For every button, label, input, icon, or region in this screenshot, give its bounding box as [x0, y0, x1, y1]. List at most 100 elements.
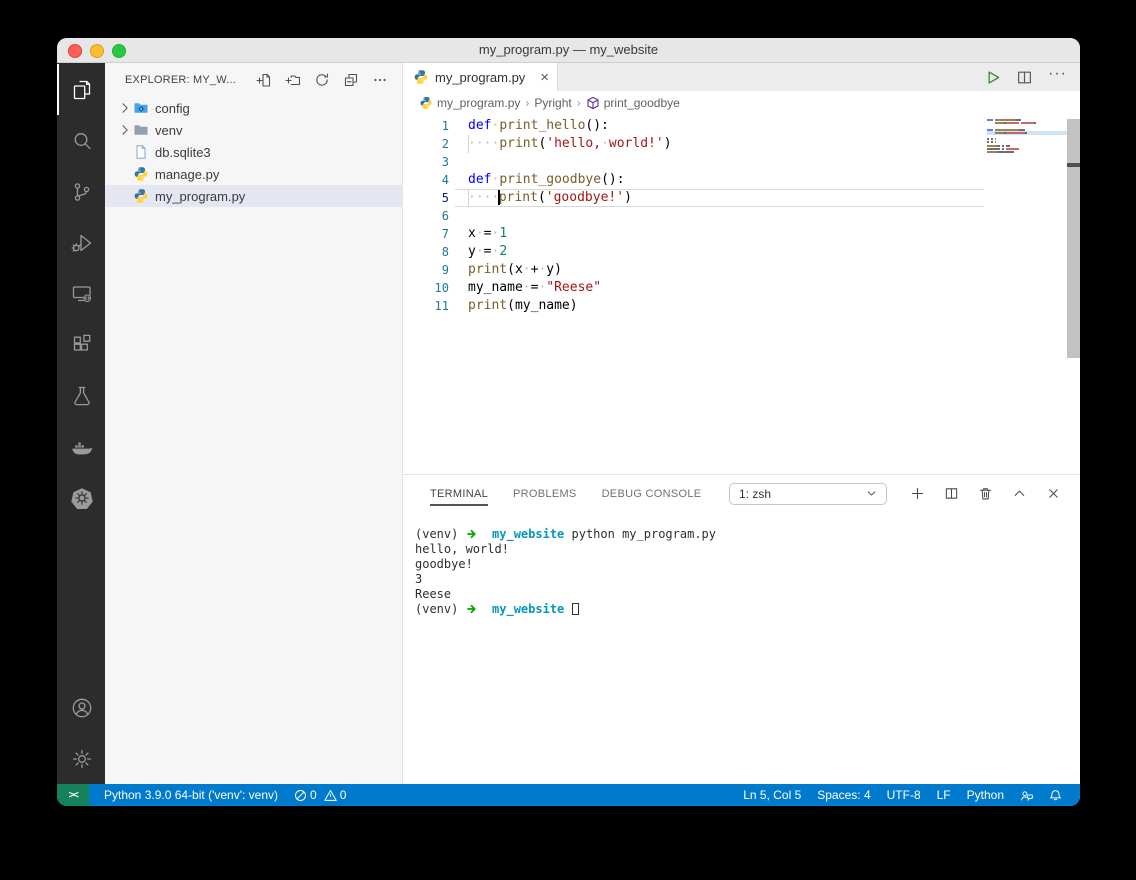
file-icon — [133, 144, 149, 160]
activity-item-settings[interactable] — [57, 733, 105, 784]
tab-close-icon[interactable]: × — [540, 70, 549, 85]
python-file-icon — [413, 69, 429, 85]
status-utf-8[interactable]: UTF-8 — [879, 788, 929, 802]
activity-item-docker[interactable] — [57, 421, 105, 472]
split-terminal-button[interactable] — [944, 486, 959, 501]
code-line-2[interactable]: 2····print('hello,·world!') — [403, 135, 984, 153]
shell-dropdown-value: 1: zsh — [739, 487, 771, 501]
code-token: ···· — [468, 136, 499, 151]
problems-status[interactable]: 00 — [286, 788, 358, 802]
code-line-3[interactable]: 3 — [403, 153, 984, 171]
terminal-output[interactable]: (venv) my_website python my_program.pyhe… — [403, 512, 1080, 784]
code-line-9[interactable]: 9print(x·+·y) — [403, 261, 984, 279]
tree-item-db.sqlite3[interactable]: db.sqlite3 — [105, 141, 402, 163]
extensions-icon — [70, 333, 94, 357]
new-folder-button[interactable] — [285, 72, 301, 88]
activity-item-testing[interactable] — [57, 370, 105, 421]
minimap-line — [987, 151, 1065, 153]
code-line-1[interactable]: 1def·print_hello(): — [403, 117, 984, 135]
code-line-10[interactable]: 10my_name·=·"Reese" — [403, 279, 984, 297]
tab-my-program[interactable]: my_program.py × — [403, 63, 558, 91]
status-bell[interactable] — [1041, 789, 1070, 802]
code-editor[interactable]: 1def·print_hello():2····print('hello,·wo… — [403, 114, 1080, 474]
activity-item-source-control[interactable] — [57, 166, 105, 217]
split-editor-button[interactable] — [1016, 69, 1033, 86]
tree-item-my_program.py[interactable]: my_program.py — [105, 185, 402, 207]
panel-tab-debug-console[interactable]: DEBUG CONSOLE — [602, 484, 702, 504]
status-spaces-4[interactable]: Spaces: 4 — [809, 788, 878, 802]
folder-icon — [133, 122, 149, 138]
panel-tabs: TERMINAL PROBLEMS DEBUG CONSOLE — [430, 484, 701, 504]
activity-item-remote-explorer[interactable] — [57, 268, 105, 319]
explorer-actions — [256, 72, 388, 88]
account-icon — [70, 696, 94, 720]
activity-item-account[interactable] — [57, 682, 105, 733]
minimap-token — [995, 138, 997, 140]
tab-label: my_program.py — [435, 70, 525, 85]
code-token: print_hello — [499, 118, 585, 133]
code-line-text: print(x·+·y) — [455, 261, 984, 279]
code-line-11[interactable]: 11print(my_name) — [403, 297, 984, 315]
status-lf[interactable]: LF — [929, 788, 959, 802]
explorer-header: EXPLORER: MY_W... — [105, 63, 402, 97]
breadcrumb-separator: › — [577, 96, 581, 110]
editor-scrollbar[interactable] — [1067, 119, 1080, 358]
code-token: (): — [601, 172, 624, 187]
tree-item-venv[interactable]: venv — [105, 119, 402, 141]
more-button[interactable] — [372, 72, 388, 88]
code-token: print — [468, 298, 507, 313]
kill-terminal-button[interactable] — [978, 486, 993, 501]
new-terminal-button[interactable] — [910, 486, 925, 501]
more-actions-icon[interactable]: ··· — [1048, 66, 1067, 88]
refresh-button[interactable] — [314, 72, 330, 88]
activity-item-explorer[interactable] — [57, 64, 105, 115]
python-interpreter-status[interactable]: Python 3.9.0 64-bit ('venv': venv) — [96, 788, 286, 802]
code-line-8[interactable]: 8y·=·2 — [403, 243, 984, 261]
code-token: ···· — [468, 190, 499, 205]
activity-item-run-debug[interactable] — [57, 217, 105, 268]
code-line-text — [455, 153, 984, 171]
maximize-panel-button[interactable] — [1012, 486, 1027, 501]
activity-item-kubernetes[interactable] — [57, 472, 105, 523]
minimap-token — [1006, 132, 1025, 134]
minimap-line — [987, 122, 1065, 124]
new-file-button[interactable] — [256, 72, 272, 88]
activity-item-search[interactable] — [57, 115, 105, 166]
activity-item-extensions[interactable] — [57, 319, 105, 370]
code-line-7[interactable]: 7x·=·1 — [403, 225, 984, 243]
code-token: ) — [624, 190, 632, 205]
minimap-token — [1021, 122, 1034, 124]
status-feedback[interactable] — [1012, 789, 1041, 802]
remote-indicator[interactable]: >< — [57, 784, 89, 806]
code-token: print — [499, 190, 538, 205]
collapse-all-button[interactable] — [343, 72, 359, 88]
status-python[interactable]: Python — [959, 788, 1012, 802]
breadcrumb: my_program.py›Pyright›print_goodbye — [403, 91, 1080, 114]
code-token: · — [476, 226, 484, 241]
tree-item-manage.py[interactable]: manage.py — [105, 163, 402, 185]
tree-item-config[interactable]: config — [105, 97, 402, 119]
titlebar: my_program.py — my_website — [57, 38, 1080, 63]
code-token: 'hello, — [546, 136, 601, 151]
terminal-text — [478, 527, 492, 541]
minimap-line — [987, 141, 1065, 143]
code-line-6[interactable]: 6 — [403, 207, 984, 225]
python-icon — [133, 188, 149, 204]
file-tree: configvenvdb.sqlite3manage.pymy_program.… — [105, 97, 402, 784]
minimap[interactable] — [987, 119, 1065, 154]
panel-tab-problems[interactable]: PROBLEMS — [513, 484, 577, 504]
breadcrumb-item-my_program.py[interactable]: my_program.py — [419, 96, 520, 110]
panel-tab-terminal[interactable]: TERMINAL — [430, 484, 488, 504]
terminal-shell-dropdown[interactable]: 1: zsh — [729, 483, 887, 505]
breadcrumb-item-Pyright[interactable]: Pyright — [534, 96, 571, 110]
main-area: EXPLORER: MY_W... configvenvdb.sqlite3ma… — [57, 63, 1080, 784]
minimap-token — [1034, 122, 1036, 124]
code-line-4[interactable]: 4def·print_goodbye(): — [403, 171, 984, 189]
run-button[interactable] — [984, 69, 1001, 86]
breadcrumb-item-print_goodbye[interactable]: print_goodbye — [586, 96, 680, 110]
minimap-token — [995, 119, 1016, 121]
code-line-5[interactable]: 5····print('goodbye!') — [403, 189, 984, 207]
close-panel-button[interactable] — [1046, 486, 1061, 501]
minimap-token — [987, 148, 1000, 150]
status-ln-5-col-5[interactable]: Ln 5, Col 5 — [735, 788, 809, 802]
